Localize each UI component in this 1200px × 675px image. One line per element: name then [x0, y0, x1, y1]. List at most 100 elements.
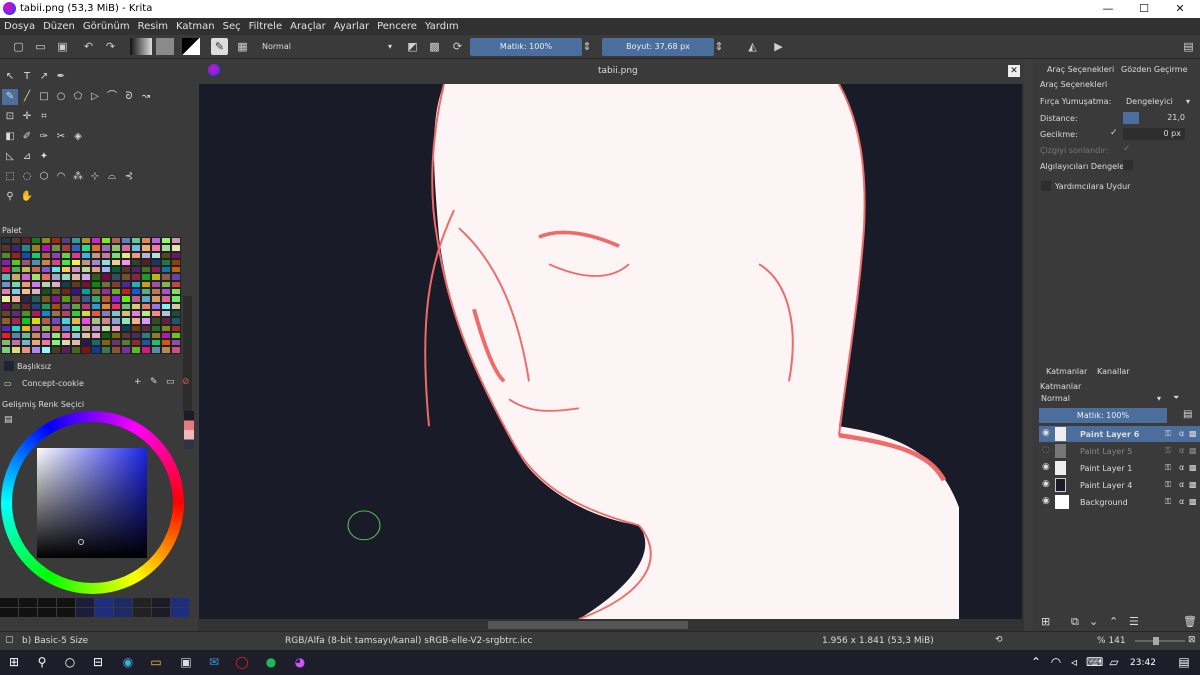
palette-swatch[interactable] — [111, 339, 121, 347]
brush-preset-status[interactable]: b) Basic-5 Size — [22, 636, 88, 646]
windows-start-icon[interactable]: ⊞ — [6, 654, 22, 670]
palette-swatch[interactable] — [131, 346, 141, 354]
lock-icon[interactable]: ⚿ — [1165, 480, 1171, 490]
palette-swatch[interactable] — [91, 251, 101, 259]
palette-swatch[interactable] — [31, 309, 41, 318]
reference-tool-icon[interactable]: ✦ — [36, 149, 52, 165]
palette-swatch[interactable] — [11, 273, 21, 281]
palette-swatch[interactable] — [21, 309, 31, 318]
krita-taskbar-icon[interactable]: ◕ — [292, 654, 308, 670]
opacity-slider[interactable]: Matlık: 100% — [470, 38, 582, 56]
menu-settings[interactable]: Ayarlar — [334, 21, 369, 32]
palette-swatch[interactable] — [91, 244, 101, 252]
edge-icon[interactable]: ◉ — [120, 654, 136, 670]
palette-swatch[interactable] — [111, 295, 121, 303]
lock-icon[interactable]: ⚿ — [1165, 497, 1171, 507]
palette-swatch[interactable] — [141, 258, 151, 267]
layer-blend-select[interactable]: Normal ▾ — [1039, 393, 1164, 405]
palette-swatch[interactable] — [171, 237, 181, 245]
palette-swatch[interactable] — [141, 317, 151, 325]
palette-swatch[interactable] — [141, 346, 151, 354]
rotate-reset-icon[interactable]: ⟲ — [995, 635, 1003, 645]
palette-swatch[interactable] — [61, 258, 71, 267]
palette-swatch[interactable] — [121, 288, 131, 296]
inherit-alpha-icon[interactable]: ▩ — [1189, 446, 1197, 455]
palette-swatch[interactable] — [41, 346, 51, 354]
palette-swatch[interactable] — [141, 266, 151, 274]
menu-image[interactable]: Resim — [138, 21, 168, 32]
delay-checkbox[interactable]: ✓ — [1110, 128, 1118, 138]
palette-swatch[interactable] — [171, 266, 181, 274]
palette-swatch[interactable] — [131, 317, 141, 325]
size-slider[interactable]: Boyut: 37,68 px — [602, 38, 714, 56]
doc-tab-title[interactable]: tabii.png — [598, 66, 638, 76]
wifi-icon[interactable]: ◠ — [1048, 654, 1064, 670]
palette-swatch[interactable] — [161, 346, 171, 354]
palette-swatch[interactable] — [121, 295, 131, 303]
mirror-horizontal-icon[interactable]: ◭ — [744, 38, 761, 55]
palette-swatch[interactable] — [151, 295, 161, 303]
palette-swatch[interactable] — [21, 273, 31, 281]
palette-swatch[interactable] — [61, 273, 71, 281]
palette-swatch[interactable] — [61, 346, 71, 354]
palette-swatch[interactable] — [41, 317, 51, 325]
layer-row[interactable]: ◌ Paint Layer 5 ⚿ α ▩ — [1039, 443, 1200, 459]
palette-swatch[interactable] — [1, 302, 11, 310]
palette-swatch[interactable] — [51, 288, 61, 296]
palette-swatch[interactable] — [11, 295, 21, 303]
palette-swatch[interactable] — [111, 309, 121, 318]
palette-swatch[interactable] — [151, 302, 161, 310]
tab-layers[interactable]: Katmanlar — [1046, 367, 1087, 376]
duplicate-layer-icon[interactable]: ⧉ — [1071, 615, 1079, 629]
palette-swatch[interactable] — [31, 258, 41, 267]
palette-swatch[interactable] — [141, 324, 151, 332]
palette-swatch[interactable] — [71, 339, 81, 347]
folder-icon[interactable]: ▭ — [166, 377, 175, 387]
palette-swatch[interactable] — [121, 346, 131, 354]
palette-swatch[interactable] — [151, 317, 161, 325]
palette-swatch[interactable] — [141, 288, 151, 296]
palette-swatch[interactable] — [151, 258, 161, 267]
palette-swatch[interactable] — [171, 339, 181, 347]
clock[interactable]: 23:42 — [1130, 658, 1156, 668]
palette-swatch[interactable] — [101, 331, 111, 340]
palette-swatch[interactable] — [121, 237, 131, 245]
ellipse-tool-icon[interactable]: ○ — [53, 89, 69, 105]
palette-swatch[interactable] — [151, 280, 161, 289]
palette-swatch[interactable] — [131, 302, 141, 310]
palette-swatch[interactable] — [21, 324, 31, 332]
palette-swatch[interactable] — [21, 295, 31, 303]
file-explorer-icon[interactable]: ▭ — [148, 654, 164, 670]
palette-swatch[interactable] — [51, 309, 61, 318]
palette-swatch[interactable] — [141, 251, 151, 259]
mirror-vertical-icon[interactable]: ▶ — [770, 38, 787, 55]
palette-swatch[interactable] — [11, 309, 21, 318]
lock-icon[interactable]: ⚿ — [1165, 429, 1171, 439]
palette-swatch[interactable] — [71, 324, 81, 332]
palette-swatch[interactable] — [71, 237, 81, 245]
palette-swatch[interactable] — [41, 331, 51, 340]
palette-swatch[interactable] — [141, 339, 151, 347]
palette-swatch[interactable] — [81, 317, 91, 325]
freehand-path-tool-icon[interactable]: ᘐ — [121, 89, 137, 105]
palette-swatch[interactable] — [31, 302, 41, 310]
palette-swatch[interactable] — [81, 331, 91, 340]
palette-swatch[interactable] — [81, 273, 91, 281]
palette-swatch[interactable] — [171, 331, 181, 340]
palette-swatch[interactable] — [11, 244, 21, 252]
palette-swatch[interactable] — [51, 280, 61, 289]
palette-swatch[interactable] — [31, 288, 41, 296]
measure-tool-icon[interactable]: ⊿ — [19, 149, 35, 165]
freehand-select-tool-icon[interactable]: ◠ — [53, 169, 69, 185]
palette-swatch[interactable] — [111, 346, 121, 354]
palette-swatch[interactable] — [121, 280, 131, 289]
task-view-icon[interactable]: ⊟ — [90, 654, 106, 670]
filter-icon[interactable]: ⏷ — [1173, 393, 1179, 403]
action-center-icon[interactable]: ▤ — [1176, 654, 1192, 670]
palette-swatch[interactable] — [11, 251, 21, 259]
palette-swatch[interactable] — [131, 280, 141, 289]
palette-swatch[interactable] — [1, 280, 11, 289]
palette-swatch[interactable] — [21, 237, 31, 245]
color-cursor[interactable] — [78, 539, 84, 545]
palette-swatch[interactable] — [101, 288, 111, 296]
